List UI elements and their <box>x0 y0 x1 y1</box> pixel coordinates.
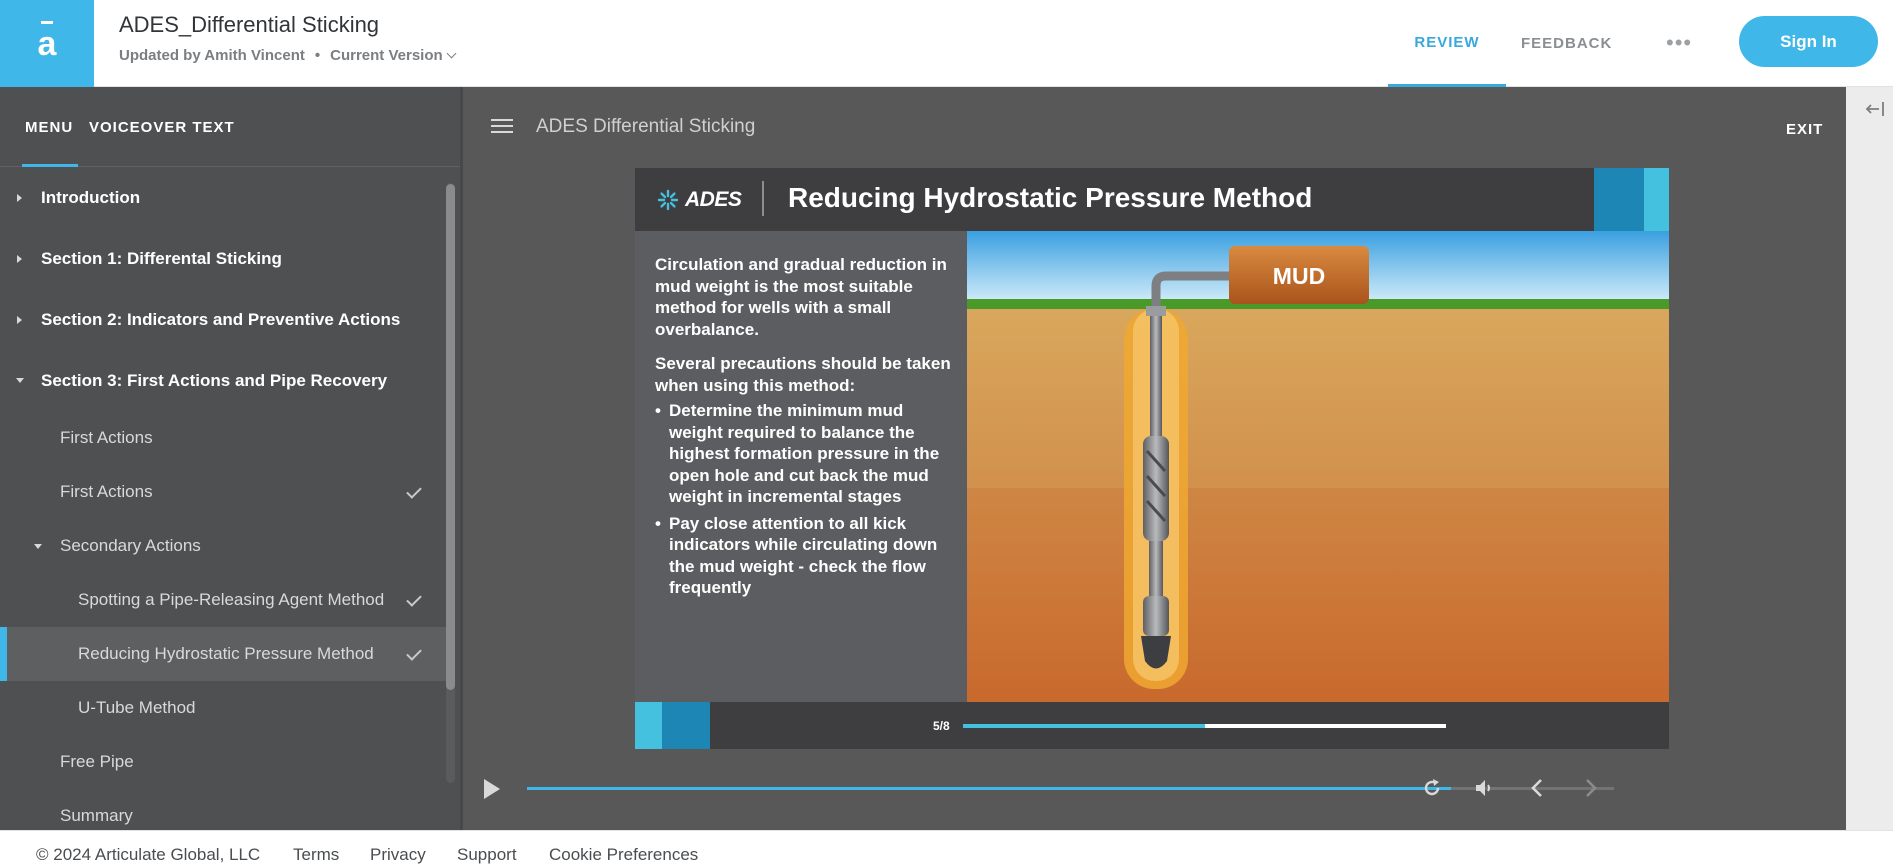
privacy-link[interactable]: Privacy <box>370 845 426 865</box>
well-diagram-image: MUD <box>967 231 1669 702</box>
header-accent-dark <box>1594 168 1644 231</box>
ades-logo: ADES <box>657 188 742 212</box>
caret-right-icon <box>17 193 22 202</box>
version-label: Current Version <box>330 47 443 64</box>
sign-in-button[interactable]: Sign In <box>1739 16 1878 67</box>
sidebar-item-label: First Actions <box>60 428 153 447</box>
footer-accent-dark <box>662 702 710 749</box>
slide-header: ADES Reducing Hydrostatic Pressure Metho… <box>635 168 1669 231</box>
tab-menu[interactable]: MENU <box>25 119 73 136</box>
sidebar-item-label: Reducing Hydrostatic Pressure Method <box>78 644 374 663</box>
sidebar-item-label: Introduction <box>41 187 141 207</box>
playback-progress <box>527 787 1451 790</box>
tab-review[interactable]: REVIEW <box>1388 0 1506 87</box>
collapse-panel-icon[interactable] <box>1865 100 1887 118</box>
slide: ADES Reducing Hydrostatic Pressure Metho… <box>635 168 1669 749</box>
sidebar-tabs: MENU VOICEOVER TEXT <box>0 87 460 167</box>
cookie-preferences-link[interactable]: Cookie Preferences <box>549 845 698 865</box>
tab-voiceover-text[interactable]: VOICEOVER TEXT <box>89 119 235 136</box>
slide-bullet: Pay close attention to all kick indicato… <box>655 513 955 599</box>
ades-logo-text: ADES <box>685 188 742 211</box>
sidebar-item-label: Free Pipe <box>60 752 134 771</box>
completed-check-icon <box>406 591 422 607</box>
lesson-menu: Introduction Section 1: Differental Stic… <box>0 167 450 830</box>
mud-tank-label: MUD <box>1273 263 1325 289</box>
header-accent-light <box>1644 168 1669 231</box>
terms-link[interactable]: Terms <box>293 845 339 865</box>
course-title: ADES Differential Sticking <box>536 116 756 137</box>
sidebar-item-introduction[interactable]: Introduction <box>0 167 450 228</box>
version-dropdown[interactable]: Current Version <box>330 47 457 64</box>
sidebar-item-label: Summary <box>60 806 133 825</box>
sidebar-item-label: First Actions <box>60 482 153 501</box>
more-options-icon[interactable]: ••• <box>1666 30 1692 56</box>
hamburger-menu-icon[interactable] <box>491 119 513 134</box>
sidebar-item-u-tube[interactable]: U-Tube Method <box>0 681 450 735</box>
sidebar-item-section-2[interactable]: Section 2: Indicators and Preventive Act… <box>0 289 450 350</box>
slide-body-text: Circulation and gradual reduction in mud… <box>655 254 955 604</box>
course-sidebar: MENU VOICEOVER TEXT Introduction Section… <box>0 87 460 830</box>
sidebar-item-label: U-Tube Method <box>78 698 196 717</box>
tab-feedback[interactable]: FEEDBACK <box>1521 0 1612 87</box>
slide-footer: 5/8 <box>635 702 1669 749</box>
completed-check-icon <box>406 645 422 661</box>
slide-paragraph-2: Several precautions should be taken when… <box>655 354 951 395</box>
previous-slide-icon[interactable] <box>1526 776 1550 800</box>
sidebar-divider <box>460 87 463 830</box>
sidebar-scrollbar-thumb[interactable] <box>446 184 455 690</box>
sidebar-item-summary[interactable]: Summary <box>0 789 450 830</box>
title-block: ADES_Differential Sticking Updated by Am… <box>119 12 457 64</box>
sidebar-item-section-3[interactable]: Section 3: First Actions and Pipe Recove… <box>0 350 450 411</box>
sidebar-item-label: Spotting a Pipe-Releasing Agent Method <box>78 590 385 609</box>
course-player: ADES Differential Sticking EXIT ADES Red… <box>460 87 1846 830</box>
sidebar-item-reducing-hydrostatic[interactable]: Reducing Hydrostatic Pressure Method <box>0 627 450 681</box>
chevron-down-icon <box>446 48 457 59</box>
meta-separator: • <box>314 47 321 64</box>
sidebar-item-first-actions[interactable]: First Actions <box>0 411 450 465</box>
right-rail <box>1846 87 1893 830</box>
caret-down-icon <box>16 378 24 383</box>
page-footer: © 2024 Articulate Global, LLC Terms Priv… <box>0 830 1893 865</box>
articulate-logo[interactable]: a <box>0 0 94 87</box>
meta-line: Updated by Amith Vincent • Current Version <box>119 47 457 64</box>
completed-check-icon <box>406 483 422 499</box>
slide-bullet: Determine the minimum mud weight require… <box>655 400 955 508</box>
slide-bullet-list: Determine the minimum mud weight require… <box>655 400 955 599</box>
sidebar-item-first-actions-2[interactable]: First Actions <box>0 465 450 519</box>
footer-accent-light <box>635 702 662 749</box>
sidebar-item-label: Section 1: Differental Sticking <box>41 248 282 268</box>
sidebar-item-free-pipe[interactable]: Free Pipe <box>0 735 450 789</box>
logo-icon: a <box>37 20 57 63</box>
replay-icon[interactable] <box>1420 776 1444 800</box>
top-header: a ADES_Differential Sticking Updated by … <box>0 0 1893 87</box>
slide-counter: 5/8 <box>933 719 950 733</box>
mud-well-illustration: MUD <box>967 231 1669 702</box>
sidebar-item-label: Section 2: Indicators and Preventive Act… <box>41 309 401 329</box>
sidebar-item-secondary-actions[interactable]: Secondary Actions <box>0 519 450 573</box>
copyright-text: © 2024 Articulate Global, LLC <box>36 845 261 864</box>
next-slide-icon[interactable] <box>1578 776 1602 800</box>
sidebar-item-label: Section 3: First Actions and Pipe Recove… <box>41 370 388 390</box>
page-title: ADES_Differential Sticking <box>119 12 380 37</box>
slide-progress-fill <box>963 724 1205 728</box>
header-divider <box>762 181 764 216</box>
ades-star-icon <box>657 189 679 211</box>
sidebar-item-label: Secondary Actions <box>60 536 201 555</box>
sidebar-item-section-1[interactable]: Section 1: Differental Sticking <box>0 228 450 289</box>
support-link[interactable]: Support <box>457 845 517 865</box>
updated-by: Updated by Amith Vincent <box>119 47 305 64</box>
play-button[interactable] <box>484 779 500 799</box>
slide-title: Reducing Hydrostatic Pressure Method <box>788 182 1313 213</box>
exit-button[interactable]: EXIT <box>1786 121 1823 138</box>
caret-down-icon <box>34 543 42 549</box>
slide-paragraph-1: Circulation and gradual reduction in mud… <box>655 255 947 339</box>
volume-icon[interactable] <box>1473 776 1497 800</box>
sidebar-item-spotting-agent[interactable]: Spotting a Pipe-Releasing Agent Method <box>0 573 450 627</box>
caret-right-icon <box>17 254 22 263</box>
caret-right-icon <box>17 315 22 324</box>
